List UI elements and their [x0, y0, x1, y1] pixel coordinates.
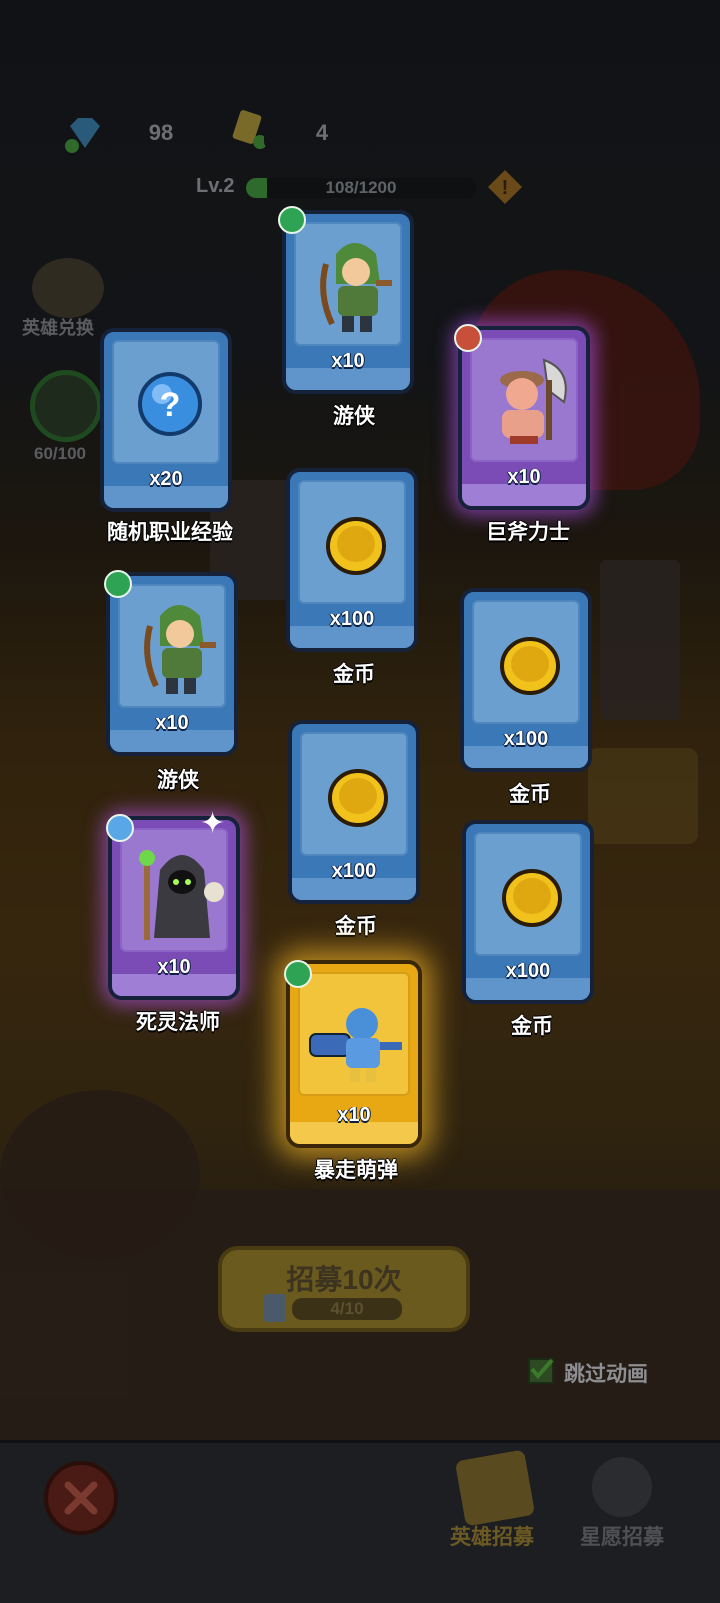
reward-card-axe-warrior[interactable]: x10: [458, 326, 590, 510]
svg-text:?: ?: [160, 386, 181, 424]
bow-class-icon: [104, 570, 132, 598]
card-name: 游侠: [157, 769, 199, 792]
card-name: 金币: [511, 1015, 553, 1038]
gold-coin-icon: [500, 637, 560, 695]
card-name: 随机职业经验: [107, 521, 233, 544]
check-icon: [530, 1358, 554, 1380]
gold-coin-icon: [328, 769, 388, 827]
card-art: ?: [112, 340, 220, 464]
ticket-icon: [264, 1294, 286, 1322]
reward-card-gold[interactable]: x100: [286, 468, 418, 652]
gunner-hero-icon: [309, 1008, 402, 1082]
gold-coin-icon: [326, 517, 386, 575]
level-label: Lv.2: [196, 175, 235, 197]
reward-card-ranger[interactable]: x10: [282, 210, 414, 394]
skip-animation-checkbox[interactable]: [528, 1358, 554, 1384]
ticket-count: 4: [264, 118, 380, 148]
tab-hero-recruit[interactable]: 英雄招募: [450, 1521, 534, 1551]
card-art: [294, 222, 402, 346]
card-art: [474, 832, 582, 956]
card-quantity: x100: [329, 608, 375, 630]
card-quantity: x100: [331, 860, 377, 882]
necromancer-hero-icon: [139, 850, 224, 940]
star-progress-icon[interactable]: [30, 370, 102, 442]
xp-text: 108/1200: [325, 178, 397, 197]
reward-card-gold[interactable]: x100: [288, 720, 420, 904]
star-progress-label: 60/100: [34, 444, 86, 463]
card-quantity: x10: [337, 1104, 371, 1126]
gem-icon: [64, 112, 106, 159]
hero-exchange-label: 英雄兑换: [22, 318, 94, 338]
svg-text:!: !: [502, 177, 509, 199]
card-art: [470, 338, 578, 462]
card-art: [298, 480, 406, 604]
ranger-hero-icon: [320, 243, 392, 332]
card-art: [120, 828, 228, 952]
reward-card-gold[interactable]: x100: [460, 588, 592, 772]
close-icon: [64, 1481, 98, 1515]
swirl-class-icon: [106, 814, 134, 842]
reward-card-gunner[interactable]: x10: [286, 960, 422, 1148]
reward-card-ranger[interactable]: x10: [106, 572, 238, 756]
reward-card-gold[interactable]: x100: [462, 820, 594, 1004]
gem-count: 98: [104, 118, 218, 148]
bow-class-icon: [284, 960, 312, 988]
recruit-10-button[interactable]: 招募10次 4/10: [218, 1246, 470, 1332]
sparkle-icon: ✦: [200, 807, 226, 840]
tab-star-recruit[interactable]: 星愿招募: [580, 1521, 664, 1551]
card-quantity: x100: [505, 960, 551, 982]
card-art: [472, 600, 580, 724]
recruit-progress: 4/10: [292, 1298, 402, 1320]
card-quantity: x10: [331, 350, 365, 372]
hero-exchange-icon[interactable]: [32, 258, 104, 318]
reward-card-necromancer[interactable]: x10: [108, 816, 240, 1000]
card-quantity: x20: [149, 468, 183, 490]
ranger-hero-icon: [144, 605, 216, 694]
card-name: 巨斧力士: [486, 521, 570, 544]
card-name: 死灵法师: [136, 1011, 220, 1034]
bow-class-icon: [278, 206, 306, 234]
card-name: 金币: [509, 783, 551, 806]
xp-bar: 108/1200: [246, 178, 476, 198]
mystery-orb-icon: ?: [138, 372, 202, 436]
card-art: [300, 732, 408, 856]
close-button[interactable]: [44, 1461, 118, 1535]
card-art: [118, 584, 226, 708]
star-recruit-icon: [592, 1457, 652, 1517]
skip-animation-label: 跳过动画: [564, 1363, 648, 1386]
card-name: 暴走萌弹: [314, 1159, 398, 1182]
card-name: 金币: [335, 915, 377, 938]
card-quantity: x10: [157, 956, 191, 978]
hero-recruit-icon: [454, 1449, 536, 1527]
card-name: 游侠: [333, 405, 375, 428]
gold-coin-icon: [502, 869, 562, 927]
card-art: [298, 972, 410, 1096]
bottom-nav: 英雄招募 星愿招募: [0, 1440, 720, 1603]
card-quantity: x10: [507, 466, 541, 488]
card-name: 金币: [333, 663, 375, 686]
card-quantity: x100: [503, 728, 549, 750]
recruit-label: 招募10次: [286, 1264, 402, 1295]
reward-card-random-exp[interactable]: ? x20: [100, 328, 232, 512]
card-quantity: x10: [155, 712, 189, 734]
alert-icon[interactable]: !: [486, 168, 524, 211]
sword-class-icon: [454, 324, 482, 352]
axe-warrior-hero-icon: [500, 358, 567, 444]
